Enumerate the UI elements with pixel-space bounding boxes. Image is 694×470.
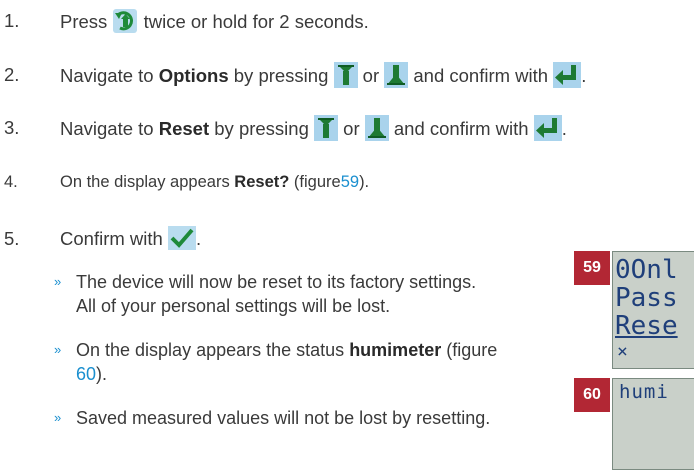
result-text: All of your personal settings will be lo… <box>76 296 391 316</box>
lcd-line: humi <box>619 381 669 403</box>
bullet-arrow: » <box>54 410 62 425</box>
check-key-icon <box>167 226 196 251</box>
enter-key-icon <box>533 115 562 141</box>
step-text: and confirm with <box>393 117 529 139</box>
step-number: 1. <box>4 10 20 31</box>
step-number: 3. <box>4 117 20 138</box>
step-text: or <box>343 117 360 139</box>
step-text: . <box>561 117 567 139</box>
lcd-line: 0Onl <box>615 255 678 285</box>
step-text: by pressing <box>214 117 309 139</box>
step-text: On the display appears <box>60 173 230 191</box>
figure-link[interactable]: 59 <box>341 173 359 191</box>
step-number: 5. <box>4 228 20 249</box>
step-number: 4. <box>4 173 18 191</box>
lcd-display-reset: 0Onl Pass Rese × <box>612 251 694 369</box>
figure-ref-prefix: (figure <box>293 173 341 191</box>
display-text: Reset? <box>234 173 290 191</box>
enter-key-icon <box>553 62 582 88</box>
down-arrow-key-icon <box>314 115 339 141</box>
result-text: 60). <box>76 363 107 385</box>
figure-label: 59 <box>574 251 610 285</box>
lcd-line: × <box>617 341 628 362</box>
step-text: Press <box>60 10 108 32</box>
step-number: 2. <box>4 64 20 85</box>
step-text: or <box>362 64 380 86</box>
step-text: twice or hold for 2 seconds. <box>143 10 369 32</box>
figure-ref-suffix: ). <box>96 364 108 384</box>
down-arrow-key-icon <box>333 62 358 88</box>
step-text: Navigate to <box>60 64 154 86</box>
menu-option-label: Options <box>158 64 229 86</box>
step-text: by pressing <box>233 64 329 86</box>
lcd-line: Pass <box>615 283 678 313</box>
result-text: The device will now be reset to its fact… <box>76 272 477 292</box>
step-text: . <box>195 228 202 249</box>
step-text: and confirm with <box>413 64 549 86</box>
result-text: Saved measured values will not be lost b… <box>76 408 491 428</box>
lcd-line-highlighted: Rese <box>615 311 678 341</box>
step-text: Confirm with <box>60 228 163 249</box>
result-text-part: On the display appears the status <box>76 340 345 360</box>
up-arrow-key-icon <box>384 62 409 88</box>
figure-link[interactable]: 60 <box>76 364 96 384</box>
figure-label: 60 <box>574 378 610 412</box>
figure-ref-prefix: (figure <box>446 340 498 360</box>
bullet-arrow: » <box>54 342 62 357</box>
menu-key-icon <box>113 9 138 33</box>
up-arrow-key-icon <box>364 115 389 141</box>
step-text: Navigate to <box>60 117 154 139</box>
lcd-display-status: humi <box>612 378 694 470</box>
bullet-arrow: » <box>54 274 62 289</box>
menu-option-label: Reset <box>158 117 210 139</box>
figure-ref-suffix: ). <box>359 173 370 191</box>
result-text: On the display appears the status humime… <box>76 339 497 361</box>
status-name: humimeter <box>349 340 442 360</box>
step-text: . <box>581 64 587 86</box>
